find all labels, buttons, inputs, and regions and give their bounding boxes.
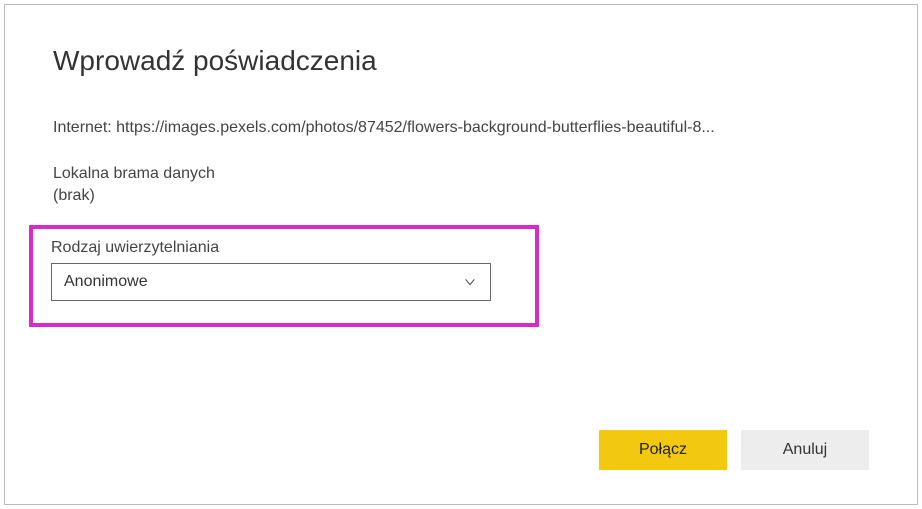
gateway-label: Lokalna brama danych [53, 165, 869, 183]
gateway-value: (brak) [53, 187, 869, 205]
credentials-dialog: Wprowadź poświadczenia Internet: https:/… [4, 4, 918, 505]
cancel-button[interactable]: Anuluj [741, 430, 869, 470]
connect-button[interactable]: Połącz [599, 430, 727, 470]
auth-section-highlight: Rodzaj uwierzytelniania Anonimowe [29, 225, 539, 327]
dialog-title: Wprowadź poświadczenia [53, 45, 869, 77]
auth-type-label: Rodzaj uwierzytelniania [51, 239, 517, 257]
data-source-url: Internet: https://images.pexels.com/phot… [53, 119, 869, 137]
auth-type-selected: Anonimowe [64, 273, 462, 291]
chevron-down-icon [462, 274, 478, 290]
dialog-button-row: Połącz Anuluj [599, 430, 869, 470]
auth-type-dropdown[interactable]: Anonimowe [51, 263, 491, 301]
